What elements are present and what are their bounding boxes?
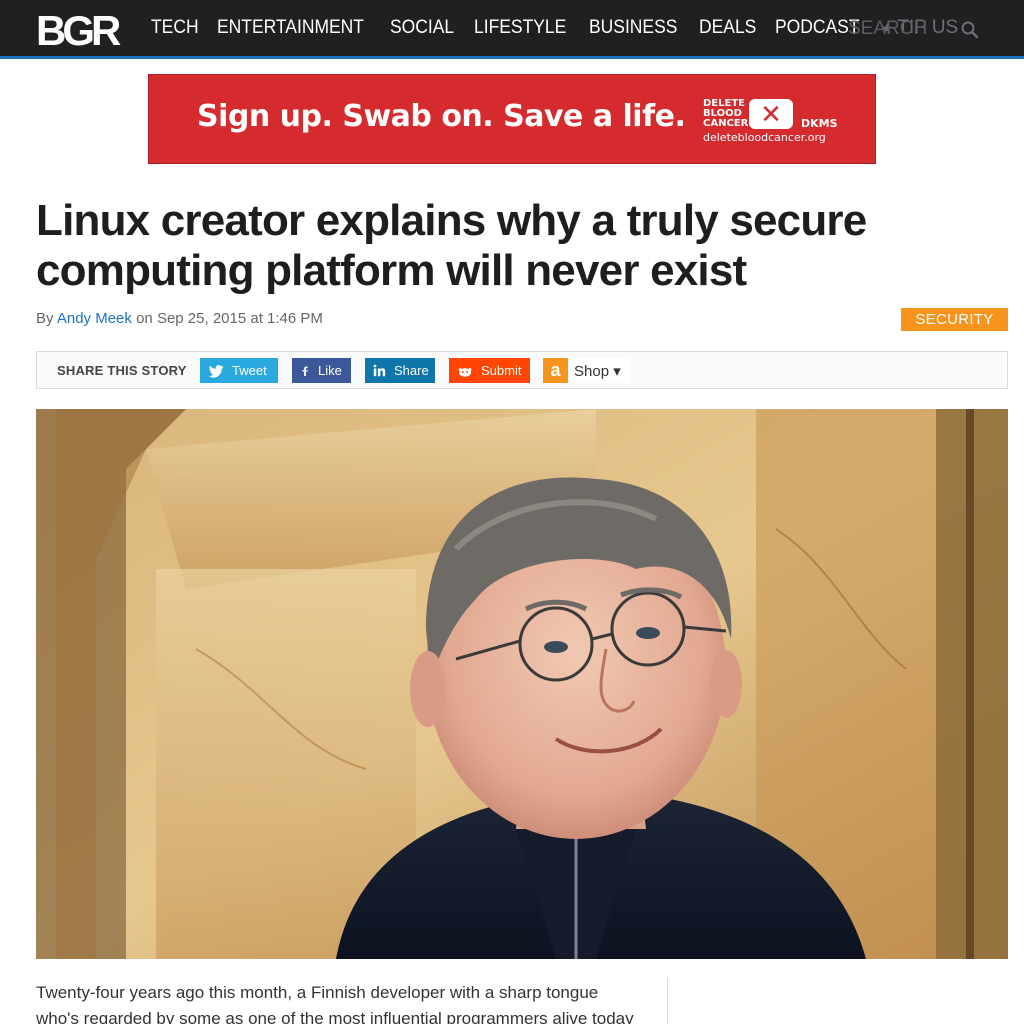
nav-item-lifestyle[interactable]: LIFESTYLE bbox=[474, 17, 566, 39]
shop-label: Shop ▾ bbox=[574, 362, 621, 380]
ad-headline: Sign up. Swab on. Save a life. bbox=[197, 99, 686, 134]
submit-label: Submit bbox=[481, 363, 522, 378]
linkedin-share-button[interactable]: Share bbox=[365, 358, 435, 383]
search-icon[interactable] bbox=[960, 20, 980, 40]
like-label: Like bbox=[318, 363, 342, 378]
ad-brand-line: CANCER bbox=[703, 118, 749, 129]
author-link[interactable]: Andy Meek bbox=[57, 310, 132, 327]
share-label: SHARE THIS STORY bbox=[57, 363, 187, 378]
ad-url: deletebloodcancer.org bbox=[703, 131, 826, 144]
tweet-label: Tweet bbox=[232, 363, 267, 378]
nav-accent-line bbox=[0, 56, 1024, 59]
search-input[interactable] bbox=[848, 14, 948, 44]
date-prefix: on bbox=[136, 310, 153, 327]
reddit-submit-button[interactable]: Submit bbox=[449, 358, 530, 383]
nav-item-tech[interactable]: TECH bbox=[151, 17, 199, 39]
amazon-icon: a bbox=[543, 358, 568, 383]
column-divider bbox=[667, 978, 668, 1024]
byline: By Andy Meek on Sep 25, 2015 at 1:46 PM bbox=[36, 310, 323, 327]
bgr-logo[interactable]: BGR bbox=[36, 10, 121, 52]
portrait-photo bbox=[36, 409, 1008, 959]
delete-x-logo-icon: ✕ bbox=[749, 99, 793, 129]
nav-item-social[interactable]: SOCIAL bbox=[390, 17, 454, 39]
ad-brand-name: DELETE BLOOD CANCER bbox=[703, 99, 748, 129]
share-bar: SHARE THIS STORY Tweet Like Share Submit bbox=[36, 351, 1008, 389]
category-badge[interactable]: SECURITY bbox=[901, 308, 1008, 331]
facebook-like-button[interactable]: Like bbox=[292, 358, 351, 383]
shop-dropdown[interactable]: a Shop ▾ bbox=[543, 358, 629, 383]
nav-item-deals[interactable]: DEALS bbox=[699, 17, 756, 39]
facebook-icon bbox=[302, 365, 308, 376]
hero-image[interactable] bbox=[36, 409, 1008, 959]
main-nav: TECH ENTERTAINMENT SOCIAL LIFESTYLE BUSI… bbox=[151, 0, 958, 56]
nav-item-podcast[interactable]: PODCAST bbox=[775, 17, 860, 39]
nav-item-entertainment[interactable]: ENTERTAINMENT bbox=[217, 17, 364, 39]
reddit-icon bbox=[458, 367, 472, 377]
ad-banner[interactable]: Sign up. Swab on. Save a life. DELETE BL… bbox=[148, 74, 876, 164]
publish-date: Sep 25, 2015 at 1:46 PM bbox=[156, 310, 323, 327]
article-headline: Linux creator explains why a truly secur… bbox=[36, 196, 867, 295]
top-navigation-bar: BGR TECH ENTERTAINMENT SOCIAL LIFESTYLE … bbox=[0, 0, 1024, 56]
article-body-paragraph: Twenty-four years ago this month, a Finn… bbox=[36, 983, 634, 1024]
ad-brand-short: DKMS bbox=[801, 117, 838, 130]
nav-item-business[interactable]: BUSINESS bbox=[589, 17, 677, 39]
tweet-button[interactable]: Tweet bbox=[200, 358, 278, 383]
byline-prefix: By bbox=[36, 310, 54, 327]
share-label-linkedin: Share bbox=[394, 363, 429, 378]
twitter-icon bbox=[209, 364, 223, 378]
linkedin-icon bbox=[373, 364, 386, 377]
